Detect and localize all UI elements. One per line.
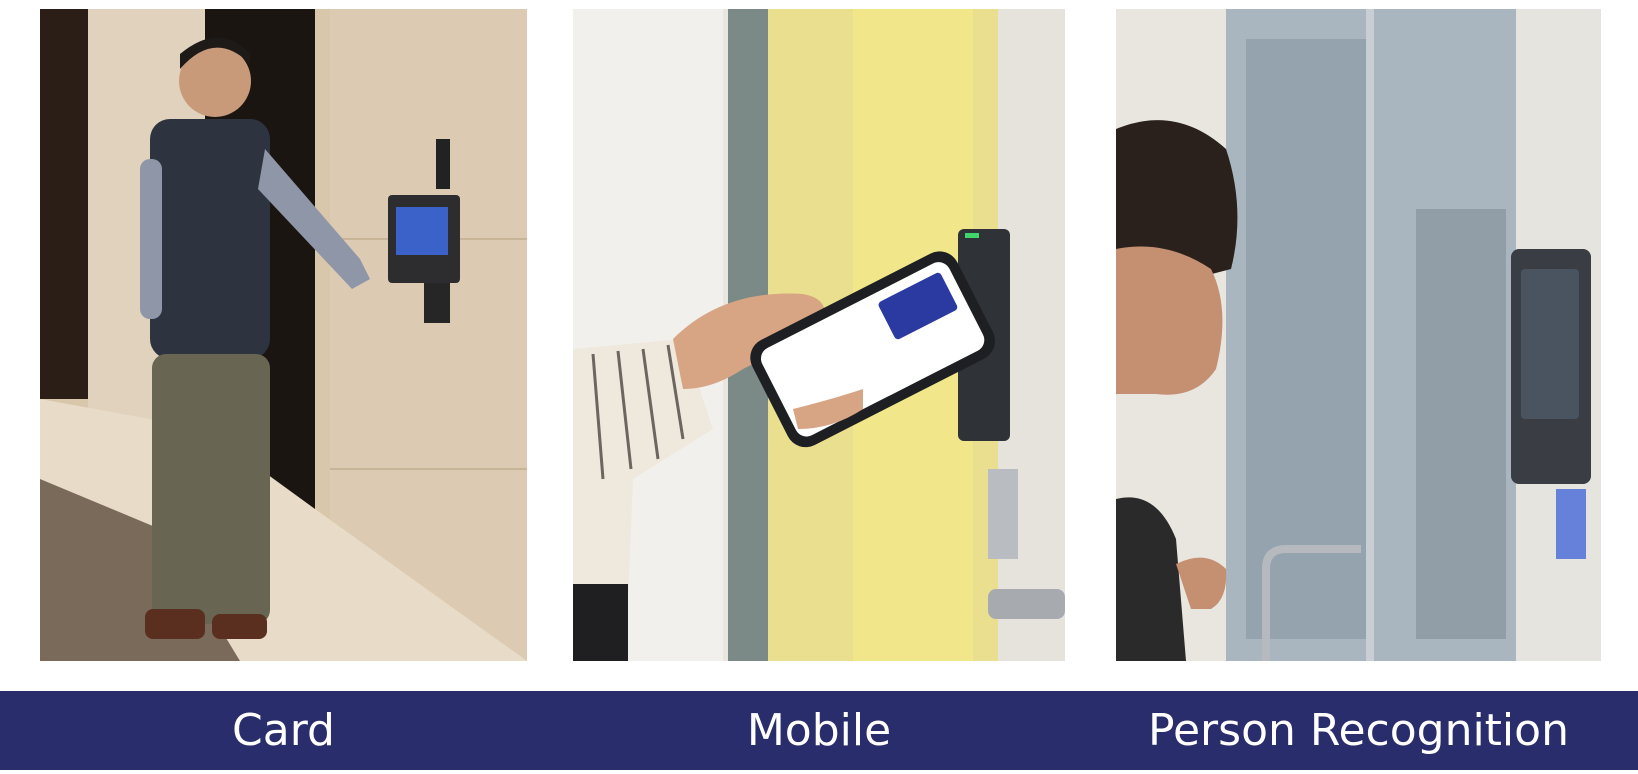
caption-card: Card <box>232 705 335 756</box>
caption-mobile: Mobile <box>746 705 892 756</box>
caption-person-recognition: Person Recognition <box>1148 705 1569 756</box>
caption-bar: Card Mobile Person Recognition <box>0 691 1638 770</box>
person-recognition-photo <box>1116 9 1601 661</box>
mobile-photo <box>573 9 1065 661</box>
card-photo <box>40 9 527 661</box>
